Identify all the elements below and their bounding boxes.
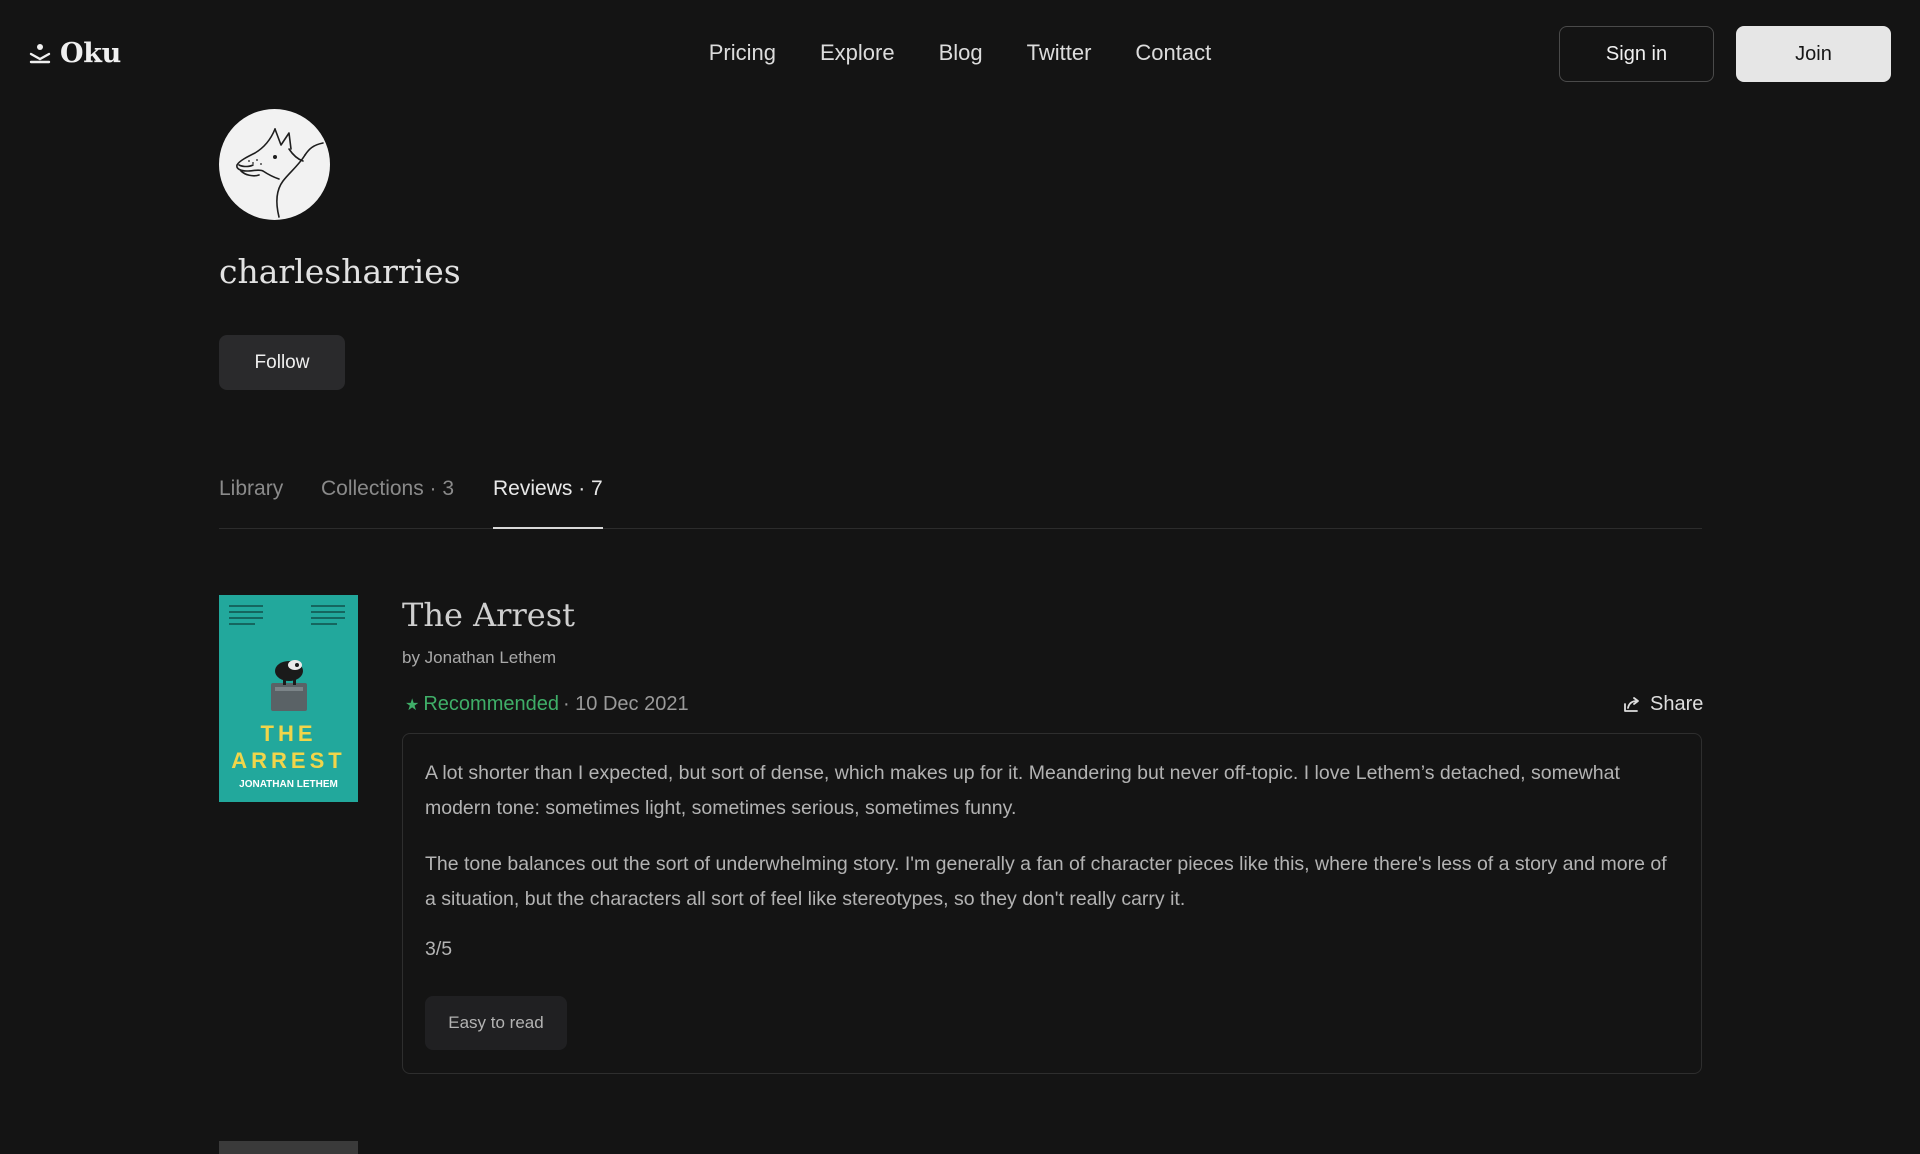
share-button[interactable]: Share	[1622, 693, 1703, 716]
tab-library[interactable]: Library	[219, 477, 283, 529]
next-book-cover[interactable]	[219, 1141, 358, 1154]
share-label: Share	[1650, 693, 1704, 715]
review-meta: ★ Recommended · 10 Dec 2021	[405, 693, 689, 716]
nav-pricing[interactable]: Pricing	[709, 40, 776, 66]
nav-contact[interactable]: Contact	[1135, 40, 1211, 66]
sign-in-button[interactable]: Sign in	[1559, 26, 1714, 82]
review-tag[interactable]: Easy to read	[425, 996, 567, 1050]
profile-username: charlesharries	[219, 252, 461, 291]
nav-explore[interactable]: Explore	[820, 40, 895, 66]
share-icon	[1624, 696, 1639, 712]
nav-blog[interactable]: Blog	[939, 40, 983, 66]
follow-button[interactable]: Follow	[219, 335, 345, 390]
book-title[interactable]: The Arrest	[402, 596, 575, 634]
join-button[interactable]: Join	[1736, 26, 1891, 82]
review-date: · 10 Dec 2021	[562, 693, 689, 715]
book-cover-art: THE ARREST JONATHAN LETHEM	[219, 595, 358, 802]
book-cover[interactable]: THE ARREST JONATHAN LETHEM	[219, 595, 358, 802]
star-icon: ★	[405, 696, 420, 714]
review-paragraph: The tone balances out the sort of underw…	[425, 853, 1667, 910]
recommendation-label: Recommended	[423, 693, 559, 715]
review-card: A lot shorter than I expected, but sort …	[402, 733, 1702, 1074]
hyena-avatar-icon	[236, 128, 324, 218]
cover-title-line1: THE	[261, 721, 317, 746]
tab-collections[interactable]: Collections · 3	[321, 477, 454, 529]
page: Oku Pricing Explore Blog Twitter Contact…	[0, 0, 1920, 1154]
review-paragraph: A lot shorter than I expected, but sort …	[425, 762, 1620, 819]
nav-twitter[interactable]: Twitter	[1027, 40, 1092, 66]
tab-reviews[interactable]: Reviews · 7	[493, 477, 603, 529]
top-header: Oku Pricing Explore Blog Twitter Contact…	[0, 0, 1920, 108]
profile-tabs: Library Collections · 3 Reviews · 7	[219, 477, 1702, 529]
cover-title-line2: ARREST	[231, 748, 345, 773]
book-author[interactable]: by Jonathan Lethem	[402, 648, 556, 668]
cover-author: JONATHAN LETHEM	[239, 779, 338, 790]
review-score: 3/5	[425, 938, 453, 960]
avatar	[219, 109, 330, 220]
